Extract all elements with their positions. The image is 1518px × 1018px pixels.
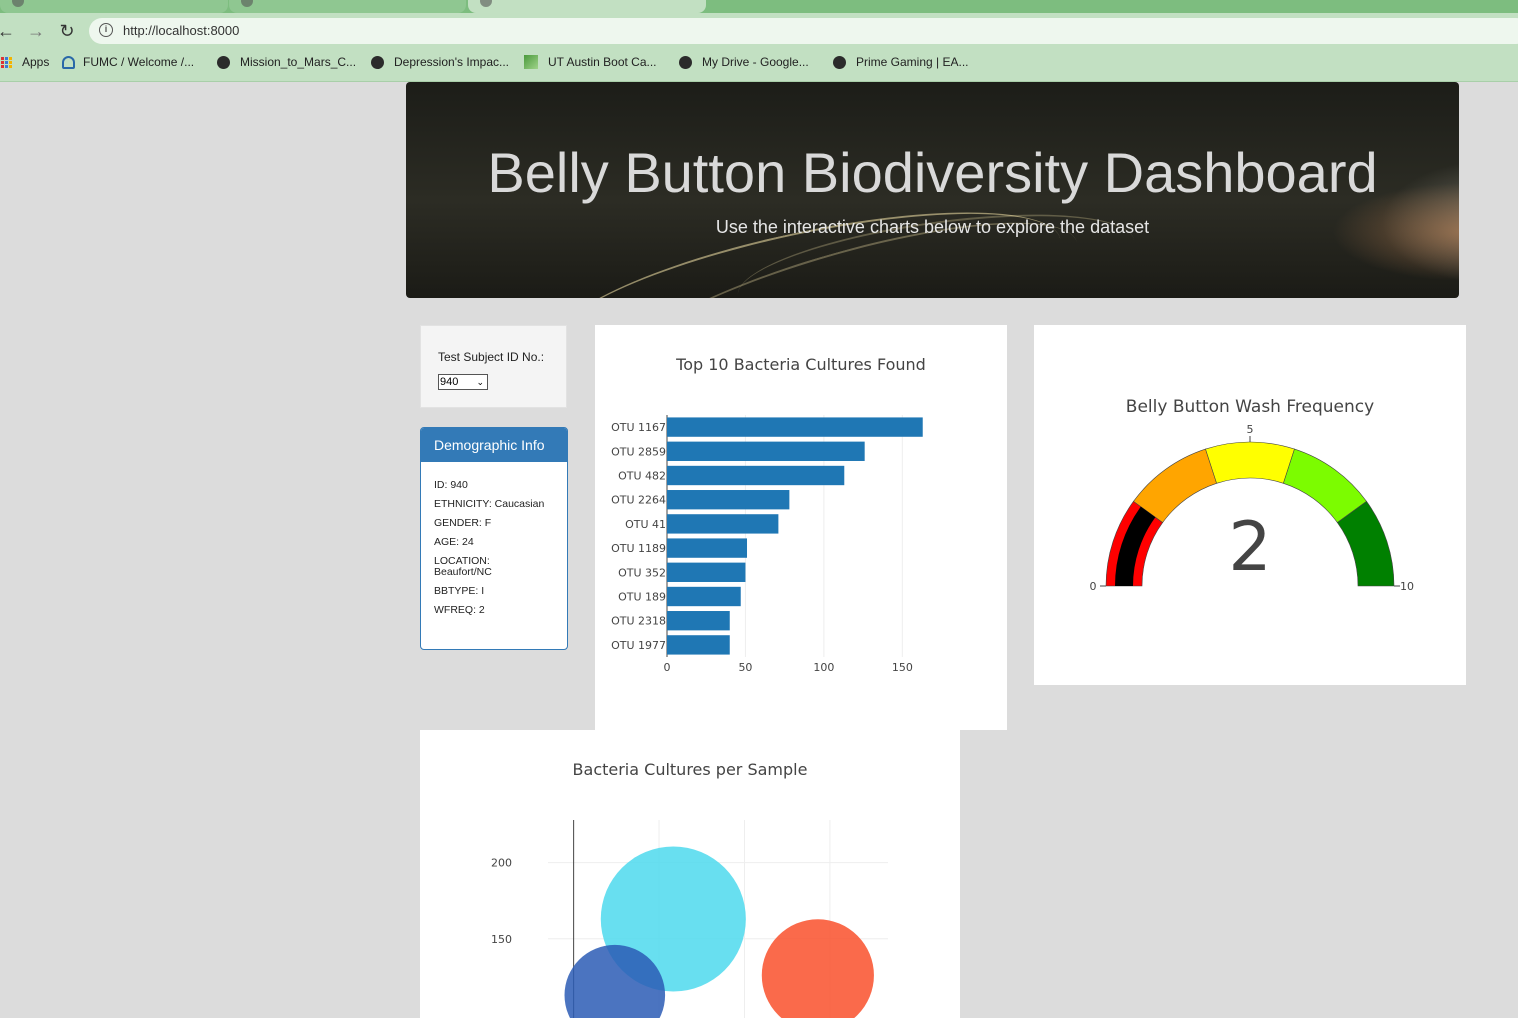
gauge-chart[interactable]: Belly Button Wash Frequency 0 5 10 2 — [1034, 325, 1466, 685]
bar — [667, 635, 730, 655]
subject-selector-panel: Test Subject ID No.: 940 ⌄ — [420, 325, 567, 408]
globe-icon — [833, 55, 846, 69]
bar-chart-card: Top 10 Bacteria Cultures Found OTU 1167 O… — [595, 325, 1007, 730]
demographic-info-heading: Demographic Info — [421, 428, 567, 462]
info-icon[interactable]: i — [99, 23, 113, 37]
ut-bootcamp-icon — [524, 55, 538, 69]
gauge-step — [1205, 441, 1295, 484]
tab-favicon-icon — [480, 0, 492, 7]
bar-y-tick-label: OTU 2859 — [611, 445, 666, 458]
bubble-y-tick-label: 200 — [491, 857, 512, 870]
bar-y-tick-label: OTU 2318 — [611, 615, 666, 628]
demo-ethnicity: ETHNICITY: Caucasian — [434, 498, 545, 510]
bookmark-apps[interactable]: Apps — [1, 55, 49, 69]
bookmark-prime-gaming[interactable]: Prime Gaming | EA... — [833, 55, 968, 69]
bubble — [761, 919, 874, 1018]
bar-x-tick-label: 150 — [892, 661, 913, 674]
bookmark-label: Depression's Impac... — [394, 55, 510, 69]
bookmark-my-drive[interactable]: My Drive - Google... — [679, 55, 809, 69]
bar — [667, 611, 730, 631]
demo-wfreq: WFREQ: 2 — [434, 604, 485, 616]
bar-chart[interactable]: Top 10 Bacteria Cultures Found OTU 1167 O… — [595, 325, 1007, 730]
address-bar[interactable]: i http://localhost:8000 — [89, 18, 1518, 44]
bar-x-tick-label: 0 — [664, 661, 671, 674]
bookmark-label: Apps — [22, 55, 50, 69]
demo-gender: GENDER: F — [434, 517, 492, 529]
bubble-chart[interactable]: Bacteria Cultures per Sample 150 200 — [420, 730, 960, 1018]
bookmark-label: FUMC / Welcome /... — [83, 55, 195, 69]
globe-icon — [371, 55, 384, 69]
bookmark-ut-austin[interactable]: UT Austin Boot Ca... — [524, 55, 657, 69]
demo-bbtype: BBTYPE: I — [434, 585, 485, 597]
demographic-info-body: ID: 940 ETHNICITY: Caucasian GENDER: F A… — [421, 462, 567, 616]
bookmark-depression-impact[interactable]: Depression's Impac... — [371, 55, 509, 69]
subject-id-value: 940 — [440, 376, 459, 388]
subject-id-dropdown[interactable]: 940 ⌄ — [438, 374, 488, 390]
bar — [667, 465, 845, 486]
bar — [667, 538, 748, 558]
bar-x-tick-label: 100 — [813, 661, 834, 674]
bubble-chart-title: Bacteria Cultures per Sample — [573, 760, 808, 779]
bubble-y-tick-label: 150 — [491, 933, 512, 946]
bookmarks-bar: Apps FUMC / Welcome /... Mission_to_Mars… — [0, 48, 1518, 82]
bar-y-tick-label: OTU 41 — [625, 518, 666, 531]
demographic-info-panel: Demographic Info ID: 940 ETHNICITY: Cauc… — [420, 427, 568, 650]
tab-favicon-icon — [12, 0, 24, 7]
bar-y-tick-label: OTU 1977 — [611, 639, 666, 652]
gauge-chart-card: Belly Button Wash Frequency 0 5 10 2 — [1034, 325, 1466, 685]
bar-y-tick-label: OTU 1167 — [611, 421, 666, 434]
bookmark-label: My Drive - Google... — [702, 55, 809, 69]
url-text[interactable]: http://localhost:8000 — [123, 23, 239, 38]
gauge-title: Belly Button Wash Frequency — [1126, 397, 1374, 417]
chevron-down-icon: ⌄ — [476, 377, 484, 387]
bar-chart-title: Top 10 Bacteria Cultures Found — [675, 355, 926, 374]
bookmark-label: UT Austin Boot Ca... — [548, 55, 657, 69]
gauge-tick-label: 0 — [1090, 580, 1097, 593]
bar — [667, 417, 923, 437]
header-banner: Belly Button Biodiversity Dashboard Use … — [406, 82, 1459, 298]
tab-favicon-icon — [241, 0, 253, 7]
browser-tab-strip — [0, 0, 1518, 13]
gauge-value: 2 — [1228, 508, 1271, 587]
bookmark-mission-to-mars[interactable]: Mission_to_Mars_C... — [217, 55, 356, 69]
page-title: Belly Button Biodiversity Dashboard — [487, 141, 1378, 204]
fumc-logo-icon — [62, 55, 75, 69]
gauge-tick-label: 5 — [1247, 423, 1254, 436]
bar — [667, 490, 790, 510]
bookmark-label: Prime Gaming | EA... — [856, 55, 969, 69]
forward-arrow-icon[interactable]: → — [26, 21, 46, 41]
apps-grid-icon — [1, 56, 12, 68]
gauge-tick-label: 10 — [1400, 580, 1414, 593]
browser-tab-active[interactable] — [468, 0, 706, 13]
back-arrow-icon[interactable]: ← — [0, 21, 16, 41]
bar — [667, 514, 779, 534]
bar-y-tick-label: OTU 482 — [618, 470, 666, 483]
bar-y-tick-label: OTU 2264 — [611, 494, 666, 507]
bar-y-tick-label: OTU 352 — [618, 566, 666, 579]
bookmark-fumc[interactable]: FUMC / Welcome /... — [62, 55, 194, 69]
demo-id: ID: 940 — [434, 479, 468, 491]
subject-selector-label: Test Subject ID No.: — [438, 350, 545, 364]
globe-icon — [679, 55, 692, 69]
bar — [667, 562, 746, 582]
demo-age: AGE: 24 — [434, 536, 474, 548]
bubble-chart-card: Bacteria Cultures per Sample 150 200 — [420, 730, 960, 1018]
reload-icon[interactable]: ↻ — [57, 21, 77, 41]
bar — [667, 441, 865, 461]
globe-icon — [217, 55, 230, 69]
browser-tab[interactable] — [0, 0, 228, 13]
bar-y-tick-label: OTU 1189 — [611, 542, 666, 555]
demo-location: LOCATION: Beaufort/NC — [434, 555, 492, 578]
bar-y-tick-label: OTU 189 — [618, 591, 666, 604]
bookmark-label: Mission_to_Mars_C... — [240, 55, 357, 69]
browser-tab[interactable] — [229, 0, 466, 13]
browser-toolbar: ← → ↻ i http://localhost:8000 — [0, 13, 1518, 48]
bar — [667, 586, 741, 607]
bar-x-tick-label: 50 — [738, 661, 752, 674]
page-subtitle: Use the interactive charts below to expl… — [715, 217, 1150, 237]
